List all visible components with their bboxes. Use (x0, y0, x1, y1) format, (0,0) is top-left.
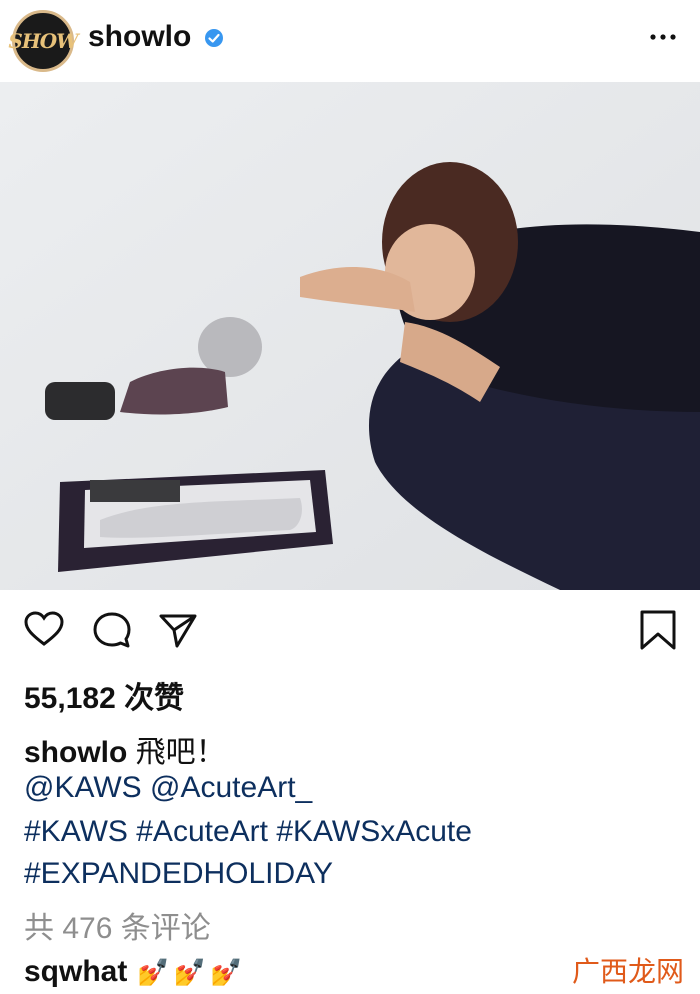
avatar[interactable]: SHOW (8, 10, 79, 72)
comment-row: sqwhat 💅💅💅 (24, 955, 246, 989)
comment-text: 💅💅💅 (137, 957, 247, 987)
view-comments-link[interactable]: 共 476 条评论 (24, 903, 211, 947)
hashtags-line-2[interactable]: #EXPANDEDHOLIDAY (24, 857, 333, 891)
hashtags-line[interactable]: #KAWS #AcuteArt #KAWSxAcute (24, 815, 472, 849)
heart-icon[interactable] (22, 608, 66, 652)
avatar-logo-text: SHOW (8, 29, 78, 53)
share-icon[interactable] (156, 608, 200, 652)
caption-text: 飛吧！ (127, 736, 226, 769)
comment-icon[interactable] (90, 608, 134, 652)
bookmark-icon[interactable] (636, 608, 680, 652)
mentions-line[interactable]: @KAWS @AcuteArt_ (24, 771, 312, 805)
username[interactable]: showlo (88, 20, 191, 54)
action-bar (0, 600, 700, 660)
like-count[interactable]: 55,182 次赞 (24, 673, 184, 717)
post-photo[interactable] (0, 82, 700, 590)
caption-username[interactable]: showlo (24, 736, 127, 769)
more-options-icon[interactable] (648, 24, 678, 50)
verified-badge-icon (205, 29, 223, 47)
post-header: SHOW showlo (0, 0, 700, 80)
comment-username[interactable]: sqwhat (24, 955, 127, 988)
watermark: 广西龙网 (572, 955, 685, 988)
caption: showlo 飛吧！ (24, 727, 226, 771)
